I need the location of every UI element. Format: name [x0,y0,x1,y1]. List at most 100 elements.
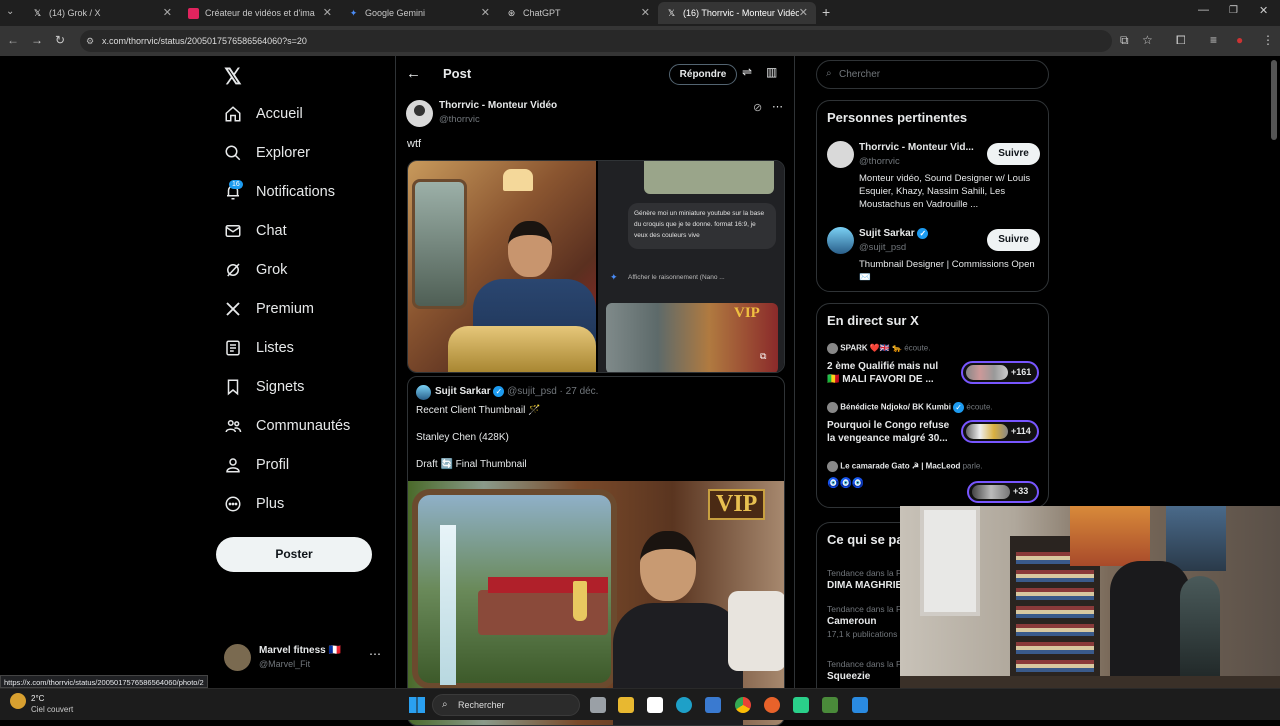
glass-shape [573,581,587,621]
tab-grok[interactable]: 𝕏 (14) Grok / X ✕ [24,2,180,24]
search-icon [225,145,241,161]
chrome-icon[interactable] [735,697,751,713]
close-tab-icon[interactable]: ✕ [481,6,490,19]
reader-icon[interactable]: ▥ [766,65,777,79]
space-item[interactable]: SPARK ❤️🇬🇧 🐆 écoute. 2 ème Qualifié mais… [827,343,1042,391]
more-icon [225,496,241,512]
nav-notifications[interactable]: Notifications 16 [224,177,335,207]
app-icon-3[interactable] [852,697,868,713]
post-photo-2[interactable]: Génère moi un miniature youtube sur la b… [598,161,784,372]
forward-icon[interactable]: → [31,33,43,47]
tab-gemini[interactable]: ✦ Google Gemini ✕ [340,2,498,24]
cast-icon[interactable]: ⧉ [1120,33,1129,48]
host-avatar-icon [827,402,838,413]
weather-desc: Ciel couvert [31,705,74,714]
post-more-icon[interactable]: ⋯ [772,100,783,113]
person-name[interactable]: Thorrvic - Monteur Vid... [859,142,974,153]
back-icon[interactable]: ← [7,33,19,47]
account-avatar [224,644,251,671]
reply-button[interactable]: Répondre [669,64,737,85]
follow-button[interactable]: Suivre [987,143,1040,165]
x-logo-icon[interactable]: 𝕏 [224,64,242,90]
extensions-icon[interactable]: ⧠ [1176,33,1186,48]
reload-icon[interactable]: ↻ [55,33,65,47]
url-field[interactable]: ⚙ x.com/thorrvic/status/2005017576586564… [80,30,1112,52]
media-icon[interactable]: ≡ [1210,33,1217,47]
profile-icon[interactable]: ● [1236,33,1243,47]
new-tab-icon[interactable]: + [822,4,830,20]
quoted-post[interactable]: Sujit Sarkar ✓ @sujit_psd · 27 déc. Rece… [407,376,785,726]
tab-thorrvic[interactable]: 𝕏 (16) Thorrvic - Monteur Vidéo ✕ [658,2,816,24]
minimize-icon[interactable]: — [1198,4,1209,16]
nav-explore[interactable]: Explorer [224,138,310,168]
start-icon[interactable] [409,697,425,713]
tab-createur[interactable]: Créateur de vidéos et d'images ✕ [180,2,340,24]
nav-lists[interactable]: Listes [224,333,294,363]
person-avatar[interactable] [827,227,854,254]
site-info-icon[interactable]: ⚙ [86,30,94,52]
person-handle: @sujit_psd [859,242,907,253]
author-avatar[interactable] [406,100,433,127]
listener-count: +114 [1011,426,1031,436]
app-icon-2[interactable] [822,697,838,713]
person-head [508,221,552,277]
file-explorer-icon[interactable] [618,697,634,713]
space-item[interactable]: Le camarade Gato ☭ | MacLeod parle. 🧿🧿🧿 … [827,461,1042,506]
space-listeners-pill[interactable]: +161 [961,361,1039,384]
taskbar-search[interactable]: ⌕ Rechercher [432,694,580,716]
follow-button[interactable]: Suivre [987,229,1040,251]
post-button[interactable]: Poster [216,537,372,572]
bookmark-star-icon[interactable]: ☆ [1142,33,1153,47]
blanket-shape [448,326,596,372]
store-icon[interactable] [705,697,721,713]
taskbar-search-label: Rechercher [458,700,505,710]
nav-profile[interactable]: Profil [224,450,289,480]
notepad-icon[interactable] [647,697,663,713]
account-switcher[interactable]: Marvel fitness 🇫🇷 @Marvel_Fit ⋯ [224,643,384,673]
nav-chat[interactable]: Chat [224,216,287,246]
nav-home[interactable]: Accueil [224,99,303,129]
tab-menu-icon[interactable]: ⌄ [6,6,14,17]
app-icon[interactable] [793,697,809,713]
space-listeners-pill[interactable]: +33 [967,481,1039,503]
quote-line-3: Draft 🔄 Final Thumbnail [416,459,527,470]
nav-premium[interactable]: Premium [224,294,314,324]
weather-icon[interactable] [10,693,26,709]
author-handle[interactable]: @thorrvic [439,114,480,125]
restore-icon[interactable]: ❐ [1229,5,1238,16]
quote-photo-vip: VIP [708,489,766,520]
nav-grok[interactable]: Grok [224,255,287,285]
expand-icon[interactable]: ⧉ [760,351,766,362]
post-photo-1[interactable] [408,161,596,372]
nav-more[interactable]: Plus [224,489,284,519]
reasoning-toggle[interactable]: Afficher le raisonnement (Nano ... [628,274,725,281]
search-box[interactable]: ⌕ Chercher [816,60,1049,89]
close-tab-icon[interactable]: ✕ [799,6,808,19]
firefox-icon[interactable] [764,697,780,713]
person-name-row[interactable]: Sujit Sarkar ✓ [859,228,929,239]
space-host-line: SPARK ❤️🇬🇧 🐆 écoute. [827,343,930,354]
space-listeners-pill[interactable]: +114 [961,420,1039,443]
quote-author: Sujit Sarkar [435,386,491,398]
space-item[interactable]: Bénédicte Ndjoko/ BK Kumbi ✓ écoute. Pou… [827,402,1042,450]
person-avatar[interactable] [827,141,854,168]
account-more-icon[interactable]: ⋯ [369,647,381,661]
nav-communities[interactable]: Communautés [224,411,350,441]
grok-icon[interactable]: ⊘ [753,101,762,114]
media-grid[interactable]: Génère moi un miniature youtube sur la b… [407,160,785,373]
close-tab-icon[interactable]: ✕ [163,6,172,19]
close-tab-icon[interactable]: ✕ [323,6,332,19]
space-title: Pourquoi le Congo refuse la vengeance ma… [827,420,950,444]
nav-bookmarks[interactable]: Signets [224,372,304,402]
generated-thumb: VIP ⧉ [606,303,778,372]
close-tab-icon[interactable]: ✕ [641,6,650,19]
menu-icon[interactable]: ⋮ [1262,33,1274,47]
back-arrow-icon[interactable]: ← [406,65,421,82]
filter-icon[interactable]: ⇌ [742,65,752,79]
close-window-icon[interactable]: ✕ [1259,4,1268,17]
author-name[interactable]: Thorrvic - Monteur Vidéo [439,100,557,111]
task-view-icon[interactable] [590,697,606,713]
edge-icon[interactable] [676,697,692,713]
tab-chatgpt[interactable]: ⊛ ChatGPT ✕ [498,2,658,24]
page-scrollbar[interactable] [1271,60,1277,140]
